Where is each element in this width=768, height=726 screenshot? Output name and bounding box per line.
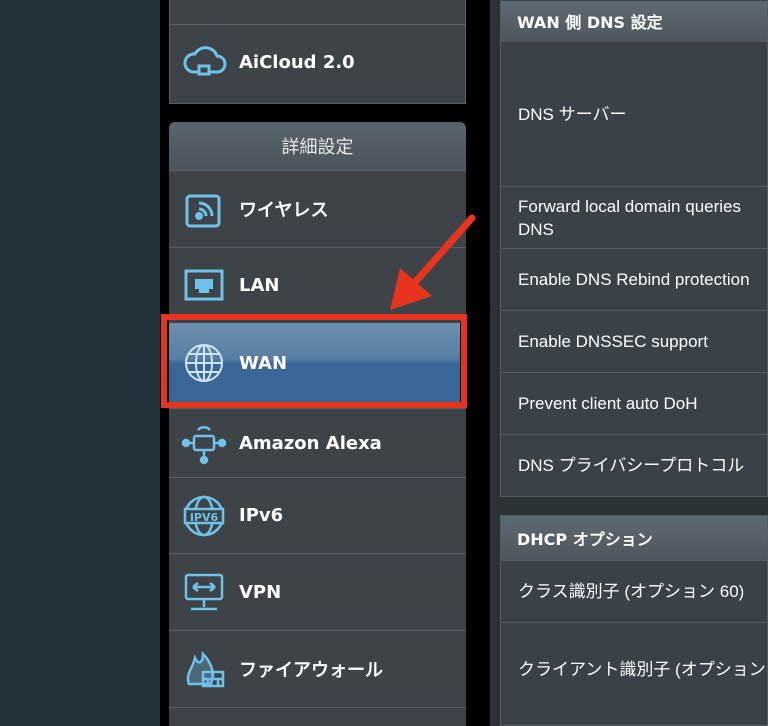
row-label: Forward local domain queries: [518, 196, 741, 216]
sidebar-item-alexa[interactable]: Amazon Alexa: [169, 408, 466, 477]
wan-dns-settings-table: WAN 側 DNS 設定 DNS サーバー Forward local doma…: [500, 0, 768, 497]
wireless-icon: [179, 184, 229, 234]
svg-text:IPV6: IPV6: [190, 511, 219, 524]
lan-icon: [179, 261, 229, 311]
vpn-icon: [179, 567, 229, 617]
row-label: DNS プライバシープロトコル: [518, 456, 745, 475]
row-label: Enable DNSSEC support: [518, 332, 708, 351]
section-header: 詳細設定: [169, 122, 466, 170]
alexa-icon: [179, 418, 229, 468]
table-row-doh: Prevent client auto DoH: [501, 372, 767, 434]
dhcp-options-table: DHCP オプション クラス識別子 (オプション 60) クライアント識別子 (…: [500, 515, 768, 726]
table-header: DHCP オプション: [501, 516, 767, 560]
table-row-privacy: DNS プライバシープロトコル: [501, 434, 767, 496]
sidebar-item-label: VPN: [239, 581, 282, 603]
sidebar-item-label: ファイアウォール: [239, 660, 383, 681]
table-row-forward-local: Forward local domain queries DNS: [501, 186, 767, 248]
table-row-rebind: Enable DNS Rebind protection: [501, 248, 767, 310]
ipv6-icon: IPV6: [179, 491, 229, 541]
sidebar-item-label: LAN: [239, 275, 280, 296]
page-background: [0, 0, 160, 726]
sidebar-item-partial[interactable]: [169, 707, 466, 726]
table-row-class-id: クラス識別子 (オプション 60): [501, 560, 767, 622]
row-label: DNS サーバー: [518, 104, 627, 124]
highlight-box: [161, 314, 467, 408]
cloud-icon: [179, 37, 229, 87]
table-row-dns-server: DNS サーバー: [501, 41, 767, 186]
sidebar-item-label: IPv6: [239, 505, 284, 526]
sidebar-item-label: AiCloud 2.0: [239, 51, 355, 73]
sidebar-item-ipv6[interactable]: IPV6 IPv6: [169, 477, 466, 553]
table-row-dnssec: Enable DNSSEC support: [501, 310, 767, 372]
row-label: Prevent client auto DoH: [518, 394, 698, 413]
row-label: クライアント識別子 (オプション: [518, 660, 766, 679]
sidebar-item-label: Amazon Alexa: [239, 432, 382, 454]
arrow-annotation: [390, 214, 476, 310]
sidebar-item-firewall[interactable]: ファイアウォール: [169, 630, 466, 707]
table-header: WAN 側 DNS 設定: [501, 1, 767, 41]
sidebar-item-vpn[interactable]: VPN: [169, 553, 466, 630]
firewall-icon: [179, 644, 229, 694]
sidebar-item-label: ワイヤレス: [239, 200, 329, 221]
row-label: Enable DNS Rebind protection: [518, 270, 750, 289]
table-row-client-id: クライアント識別子 (オプション: [501, 622, 767, 716]
row-label: DNS: [518, 219, 554, 239]
sidebar-item-aicloud[interactable]: AiCloud 2.0: [169, 27, 466, 97]
divider: [169, 24, 466, 25]
row-label: クラス識別子 (オプション 60): [518, 582, 745, 601]
